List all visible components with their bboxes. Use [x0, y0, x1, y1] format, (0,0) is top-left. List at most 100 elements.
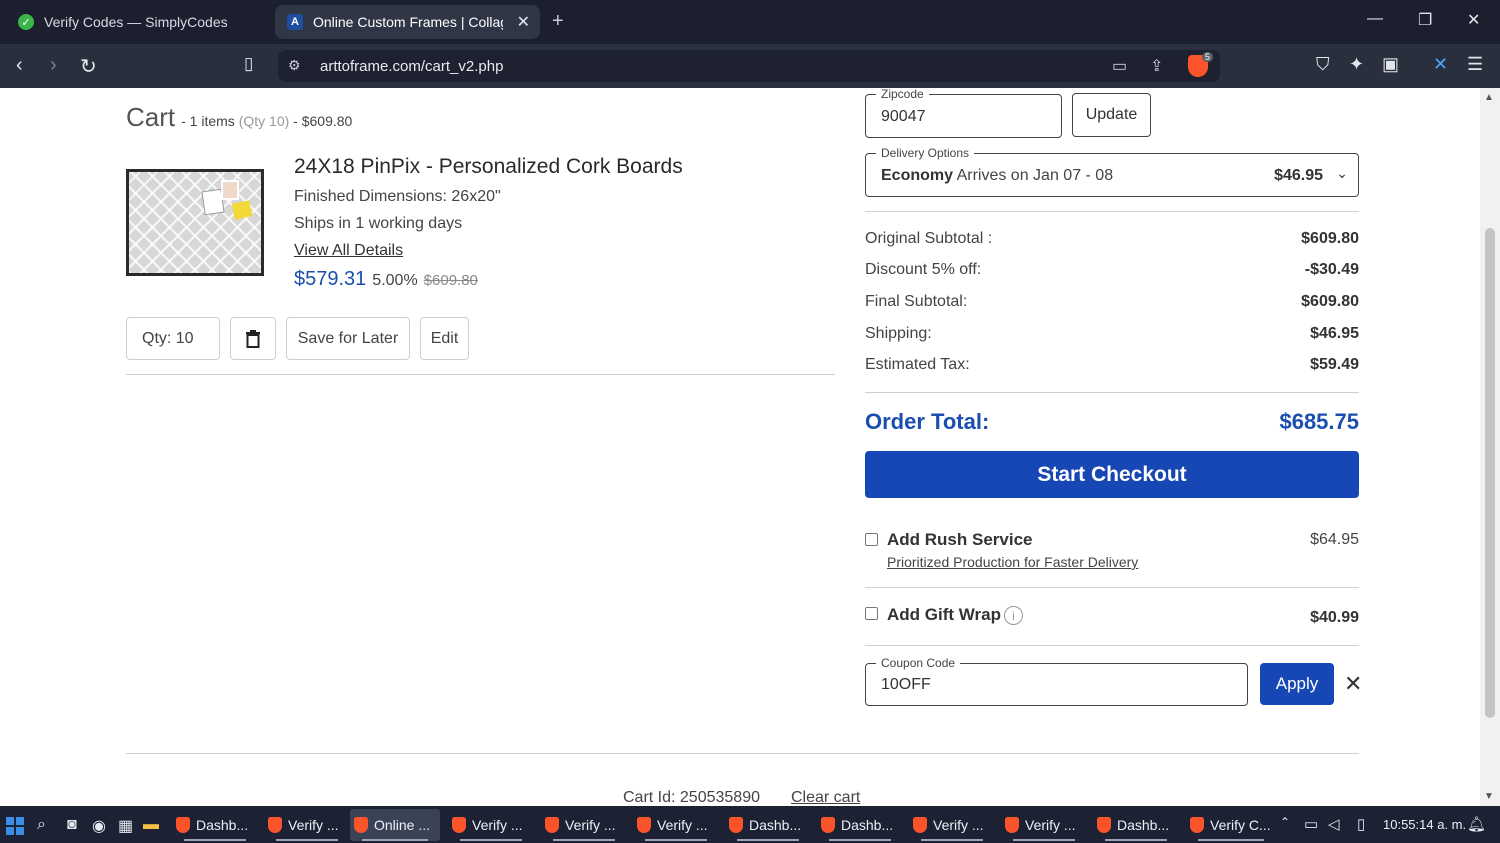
running-indicator — [362, 839, 428, 841]
taskbar-item[interactable]: Verify ... — [909, 809, 995, 841]
trash-icon — [246, 329, 260, 348]
camera-app-icon[interactable]: ◙ — [67, 816, 77, 834]
coupon-code-label: Coupon Code — [876, 656, 961, 670]
close-window-icon[interactable]: ✕ — [1467, 10, 1480, 30]
taskbar-item[interactable]: Verify ... — [541, 809, 627, 841]
windows-start-icon[interactable] — [6, 817, 24, 835]
browser-tab-strip: ✓ Verify Codes — SimplyCodes A Online Cu… — [0, 0, 1500, 44]
extension-k-icon[interactable]: ✕ — [1433, 54, 1448, 75]
apply-coupon-button[interactable]: Apply — [1260, 663, 1334, 705]
coupon-code-value[interactable]: 10OFF — [881, 676, 931, 694]
extensions-icon[interactable]: ✦ — [1349, 54, 1364, 75]
notification-bell-icon[interactable]: 🔔︎ — [1467, 815, 1486, 833]
coupon-code-field[interactable]: Coupon Code 10OFF — [865, 656, 1248, 706]
taskbar-item[interactable]: Dashb... — [1093, 809, 1179, 841]
restore-icon[interactable]: ❐ — [1418, 10, 1432, 30]
cart-summary: - 1 items (Qty 10) - $609.80 — [181, 113, 353, 129]
cart-id: Cart Id: 250535890 — [623, 789, 760, 806]
running-indicator — [1013, 839, 1075, 841]
calculator-icon[interactable]: ▦ — [118, 816, 133, 836]
new-tab-icon[interactable]: + — [552, 10, 564, 33]
taskbar-item[interactable]: Verify ... — [633, 809, 719, 841]
brave-icon — [729, 817, 743, 833]
original-subtotal-label: Original Subtotal : — [865, 230, 993, 247]
scrollbar-thumb[interactable] — [1485, 228, 1495, 718]
share-icon[interactable]: ⇪ — [1150, 56, 1163, 76]
tab-verify-codes[interactable]: ✓ Verify Codes — SimplyCodes — [6, 5, 268, 39]
delivery-options-label: Delivery Options — [876, 146, 975, 160]
simplycodes-favicon-icon: ✓ — [18, 14, 34, 30]
save-for-later-button[interactable]: Save for Later — [286, 317, 410, 360]
price-row: $579.31 5.00% $609.80 — [294, 268, 478, 291]
shipping-value: $46.95 — [1310, 325, 1359, 342]
taskbar-item[interactable]: Dashb... — [172, 809, 258, 841]
brave-icon — [1190, 817, 1204, 833]
taskbar-item[interactable]: Verify ... — [1001, 809, 1087, 841]
url-text[interactable]: arttoframe.com/cart_v2.php — [320, 58, 503, 75]
shipping-label: Shipping: — [865, 325, 932, 342]
reload-icon[interactable]: ↻ — [80, 54, 97, 79]
rush-service-info-link[interactable]: Prioritized Production for Faster Delive… — [887, 554, 1138, 570]
browser-app-icon[interactable]: ◉ — [92, 816, 106, 836]
tab-online-custom-frames[interactable]: A Online Custom Frames | Collage ✕ — [275, 5, 540, 39]
zipcode-field[interactable]: Zipcode 90047 — [865, 88, 1062, 138]
address-bar[interactable]: ⚙ arttoframe.com/cart_v2.php ▭ ⇪ 5 — [278, 50, 1220, 82]
windows-taskbar: ⌕ ◙ ◉ ▦ ▬ Dashb... Verify ... Online ...… — [0, 806, 1500, 843]
minimize-icon[interactable]: — — [1367, 10, 1383, 28]
tab-label: Online Custom Frames | Collage — [313, 14, 503, 30]
info-icon[interactable]: i — [1004, 606, 1023, 625]
start-checkout-button[interactable]: Start Checkout — [865, 451, 1359, 498]
product-dimensions: Finished Dimensions: 26x20" — [294, 188, 501, 205]
tray-expand-icon[interactable]: ⌃ — [1280, 815, 1290, 829]
edit-button[interactable]: Edit — [420, 317, 469, 360]
remove-coupon-icon[interactable]: ✕ — [1344, 671, 1362, 697]
chevron-down-icon: ⌄ — [1336, 165, 1348, 181]
view-all-details-link[interactable]: View All Details — [294, 242, 403, 260]
cart-heading: Cart - 1 items (Qty 10) - $609.80 — [126, 102, 352, 133]
product-thumbnail[interactable] — [126, 169, 264, 276]
site-settings-icon[interactable]: ⚙ — [288, 57, 301, 74]
scroll-up-icon[interactable]: ▲ — [1484, 92, 1494, 103]
search-icon[interactable]: ⌕ — [37, 816, 46, 834]
battery-icon[interactable]: ▯ — [1357, 815, 1365, 833]
screenshot-icon[interactable]: ▣ — [1382, 54, 1399, 75]
taskbar-item[interactable]: Verify ... — [264, 809, 350, 841]
back-icon[interactable]: ‹ — [16, 54, 23, 77]
taskbar-item[interactable]: Verify ... — [448, 809, 534, 841]
delete-button[interactable] — [230, 317, 276, 360]
gift-wrap-title[interactable]: Add Gift Wrap — [887, 605, 1001, 625]
bookmark-icon[interactable]: ▯ — [244, 54, 253, 74]
quantity-selector[interactable]: Qty: 10 — [126, 317, 220, 360]
footer-divider — [126, 753, 1359, 754]
rush-service-checkbox[interactable] — [865, 533, 878, 546]
product-name[interactable]: 24X18 PinPix - Personalized Cork Boards — [294, 155, 683, 179]
volume-icon[interactable]: ◁ — [1328, 815, 1340, 833]
update-button[interactable]: Update — [1072, 93, 1151, 137]
rush-service-price: $64.95 — [1310, 531, 1359, 548]
menu-icon[interactable]: ☰ — [1467, 54, 1483, 75]
cast-icon[interactable]: ▭ — [1112, 56, 1127, 76]
clear-cart-link[interactable]: Clear cart — [791, 789, 860, 806]
bitwarden-icon[interactable]: ⛉ — [1316, 54, 1330, 75]
divider — [865, 392, 1359, 393]
close-tab-icon[interactable]: ✕ — [517, 12, 530, 32]
gift-wrap-checkbox[interactable] — [865, 607, 878, 620]
taskbar-item[interactable]: Dashb... — [817, 809, 903, 841]
zipcode-value[interactable]: 90047 — [881, 108, 926, 126]
delivery-options-select[interactable]: Delivery Options Economy Arrives on Jan … — [865, 146, 1359, 197]
taskbar-item[interactable]: Dashb... — [725, 809, 811, 841]
running-indicator — [1198, 839, 1264, 841]
taskbar-item-active[interactable]: Online ... — [350, 809, 440, 841]
scroll-down-icon[interactable]: ▼ — [1484, 791, 1494, 802]
file-explorer-icon[interactable]: ▬ — [143, 816, 159, 834]
forward-icon[interactable]: › — [50, 54, 57, 77]
zipcode-label: Zipcode — [876, 88, 929, 101]
delivery-selected-option: Economy Arrives on Jan 07 - 08 — [881, 167, 1114, 184]
taskbar-item[interactable]: Verify C... — [1186, 809, 1276, 841]
clock[interactable]: 10:55:14 a. m. — [1383, 817, 1466, 832]
display-icon[interactable]: ▭ — [1304, 815, 1318, 833]
rush-service-title[interactable]: Add Rush Service — [887, 530, 1033, 550]
page-scrollbar[interactable]: ▲ ▼ — [1480, 88, 1500, 806]
running-indicator — [829, 839, 891, 841]
running-indicator — [737, 839, 799, 841]
